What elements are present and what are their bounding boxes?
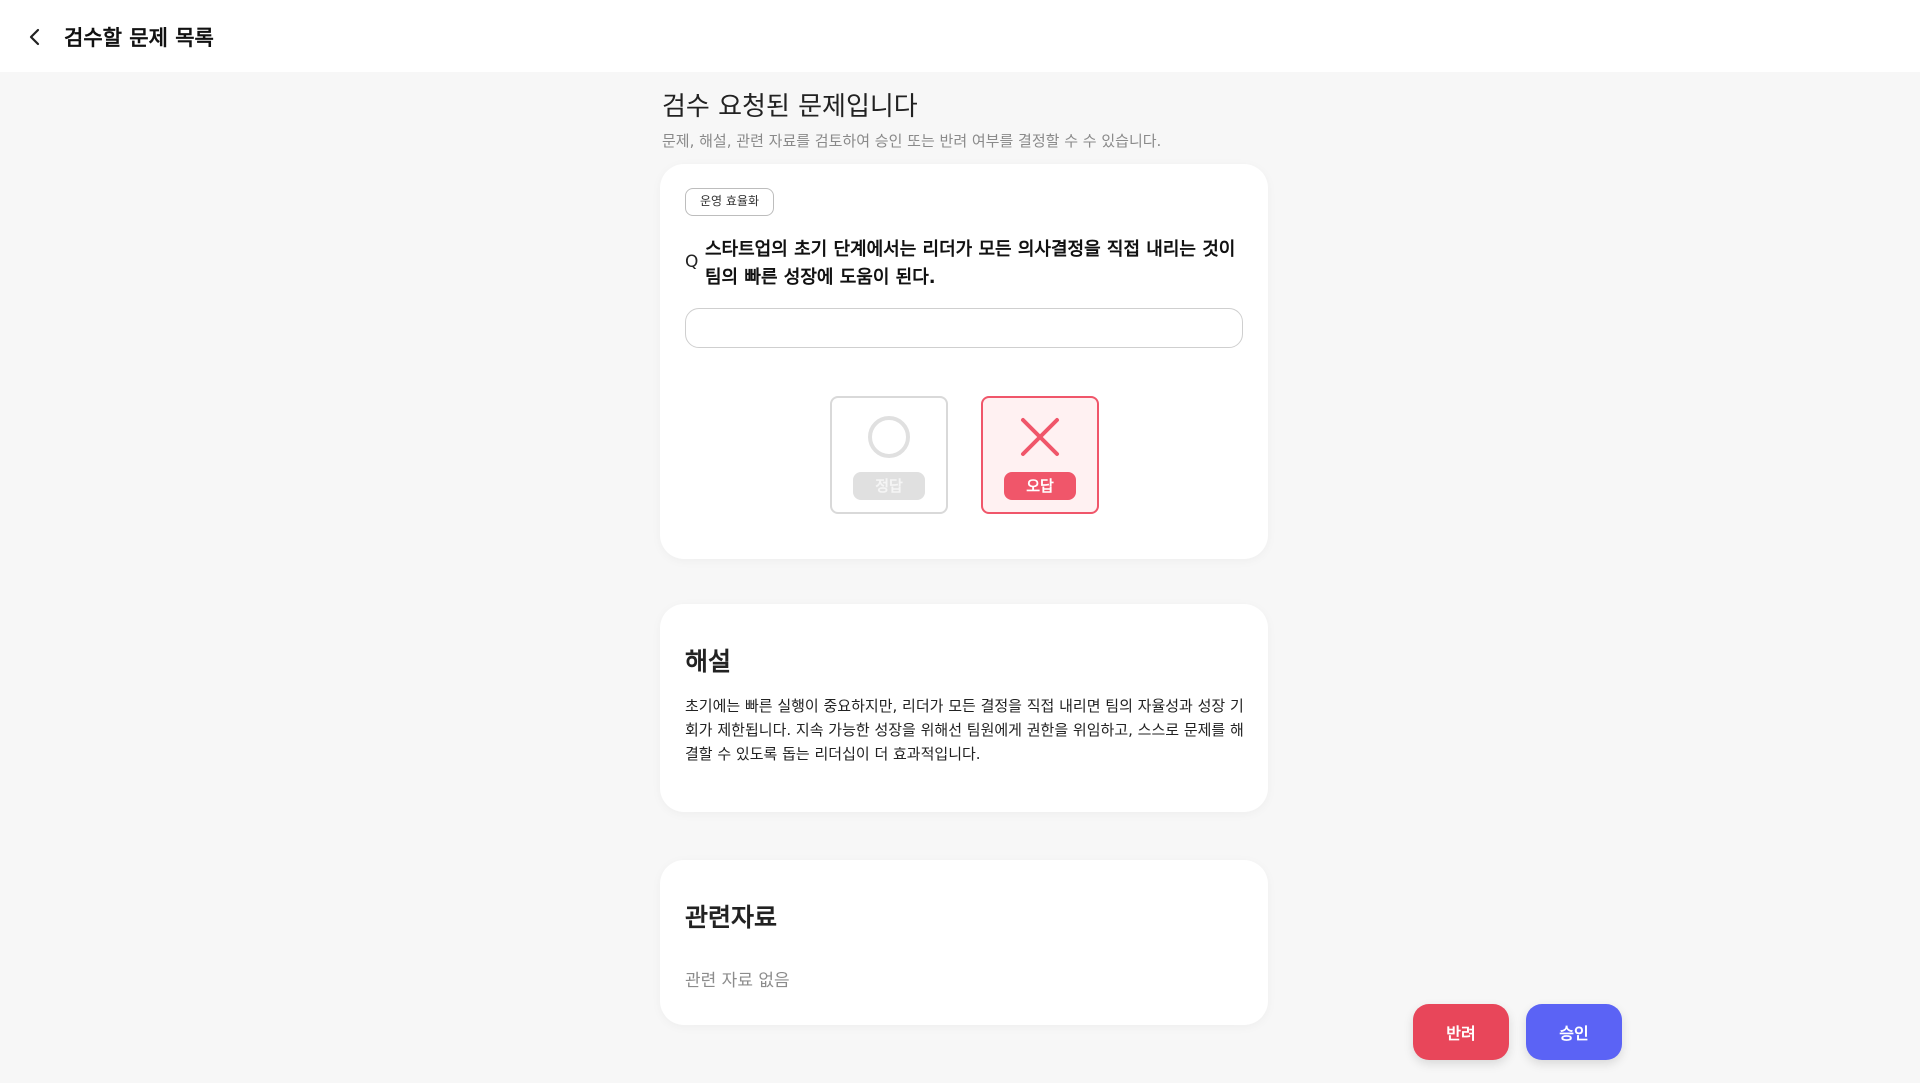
page-title: 검수 요청된 문제입니다 — [662, 92, 918, 122]
references-empty-text: 관련 자료 없음 — [685, 971, 790, 991]
page-header-title: 검수할 문제 목록 — [64, 26, 214, 50]
correct-choice-button[interactable]: 정답 — [830, 396, 948, 514]
top-bar: 검수할 문제 목록 — [0, 0, 1920, 72]
explanation-card: 해설 초기에는 빠른 실행이 중요하지만, 리더가 모든 결정을 직접 내리면 … — [660, 604, 1268, 812]
page-subtitle: 문제, 해설, 관련 자료를 검토하여 승인 또는 반려 여부를 결정할 수 수… — [662, 132, 1162, 150]
wrong-choice-label: 오답 — [1004, 472, 1076, 500]
approve-button[interactable]: 승인 — [1526, 1004, 1622, 1060]
wrong-choice-button[interactable]: 오답 — [981, 396, 1099, 514]
back-button[interactable] — [22, 24, 48, 50]
question-mark-label: Q — [685, 252, 699, 272]
question-text: 스타트업의 초기 단계에서는 리더가 모든 의사결정을 직접 내리는 것이 팀의… — [705, 239, 1236, 288]
reject-button[interactable]: 반려 — [1413, 1004, 1509, 1060]
category-tag: 운영 효율화 — [685, 188, 775, 216]
chevron-left-icon — [29, 28, 40, 46]
explanation-text: 초기에는 빠른 실행이 중요하지만, 리더가 모든 결정을 직접 내리면 팀의 … — [685, 697, 1244, 763]
question-card: 운영 효율화 Q 스타트업의 초기 단계에서는 리더가 모든 의사결정을 직접 … — [660, 164, 1268, 559]
explanation-title: 해설 — [685, 647, 732, 676]
correct-choice-label: 정답 — [853, 472, 925, 500]
answer-input[interactable] — [685, 308, 1243, 348]
x-icon — [1021, 418, 1059, 456]
references-title: 관련자료 — [685, 903, 778, 932]
circle-icon — [868, 416, 910, 458]
references-card: 관련자료 관련 자료 없음 — [660, 860, 1268, 1025]
